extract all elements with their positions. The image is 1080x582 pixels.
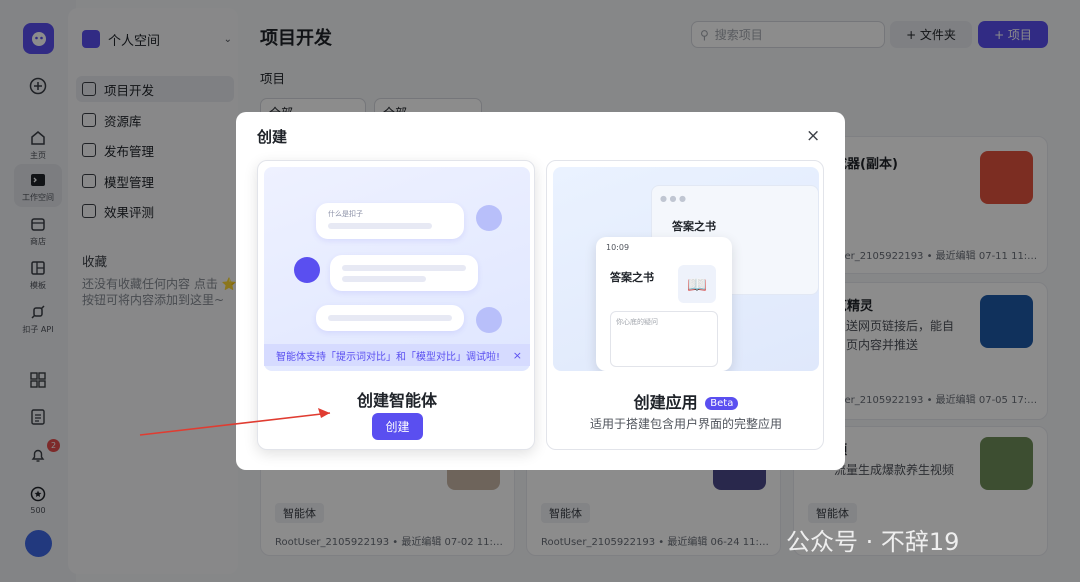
annotation-arrow — [139, 408, 331, 436]
watermark: 公众号 · 不辞19 — [786, 528, 960, 556]
